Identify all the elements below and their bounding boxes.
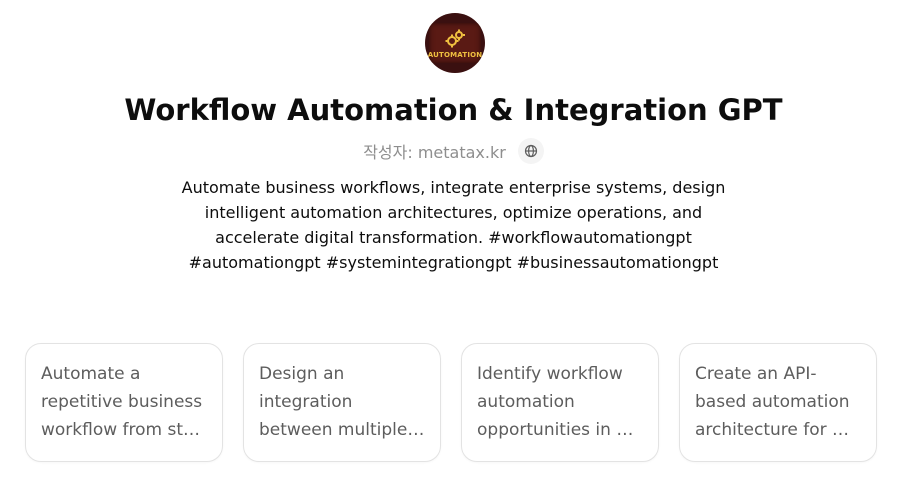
starter-card[interactable]: Create an API-based automation architect… (679, 343, 877, 462)
gpt-description: Automate business workflows, integrate e… (181, 178, 726, 272)
conversation-starters: Automate a repetitive business workflow … (25, 343, 877, 462)
starter-card[interactable]: Identify workflow automation opportuniti… (461, 343, 659, 462)
starter-text: Design an integration between multiple s… (259, 364, 408, 440)
starter-text: Automate a repetitive business workflow … (41, 364, 208, 440)
author-row: 작성자: metatax.kr (0, 138, 907, 164)
starter-text: Identify workflow automation opportuniti… (477, 364, 643, 440)
globe-icon (524, 144, 537, 158)
gpt-title: Workflow Automation & Integration GPT (124, 93, 783, 127)
author-website-link[interactable] (517, 138, 544, 164)
starter-card[interactable]: Automate a repetitive business workflow … (25, 343, 223, 462)
avatar-image: AUTOMATION (427, 23, 483, 63)
gears-icon (445, 29, 465, 47)
gpt-avatar: AUTOMATION (425, 13, 485, 73)
gpt-landing: AUTOMATION Workflow Automation & Integra… (0, 0, 907, 490)
starter-card[interactable]: Design an integration between multiple s… (243, 343, 441, 462)
author-label: 작성자: metatax.kr (363, 143, 506, 162)
avatar-caption: AUTOMATION (427, 50, 483, 59)
starter-text: Create an API-based automation architect… (695, 364, 859, 440)
